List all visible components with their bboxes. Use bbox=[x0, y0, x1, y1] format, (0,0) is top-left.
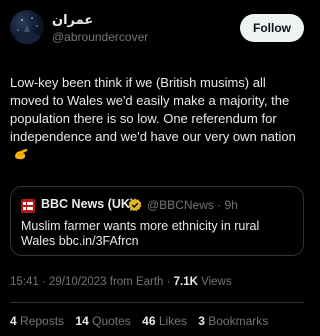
gold-verified-icon bbox=[128, 198, 142, 212]
avatar[interactable] bbox=[10, 10, 44, 44]
tweet-card: عمران @abroundercover Follow Low-key bee… bbox=[0, 0, 314, 336]
author-handle[interactable]: @abroundercover bbox=[52, 30, 148, 44]
views-count: 7.1K bbox=[173, 276, 198, 288]
views-label: Views bbox=[197, 276, 232, 288]
quotes-label: Quotes bbox=[92, 314, 131, 328]
divider bbox=[10, 302, 304, 303]
bookmarks-count: 3 bbox=[198, 314, 205, 328]
quotes-stat[interactable]: 14 Quotes bbox=[75, 314, 130, 328]
tweet-meta: 15:41 · 29/10/2023 from Earth · 7.1K Vie… bbox=[10, 276, 232, 288]
quoted-tweet-text: Muslim farmer wants more ethnicity in ru… bbox=[21, 219, 260, 248]
reposts-label: Reposts bbox=[20, 314, 65, 328]
pinching-hand-emoji-icon bbox=[13, 147, 29, 161]
likes-stat[interactable]: 46 Likes bbox=[142, 314, 187, 328]
timestamp[interactable]: 15:41 · 29/10/2023 from Earth · bbox=[10, 276, 174, 288]
bookmarks-label: Bookmarks bbox=[208, 314, 269, 328]
tweet-text: Low-key been think if we (British musims… bbox=[10, 74, 306, 164]
tweet-header: عمران @abroundercover Follow bbox=[10, 10, 304, 54]
tweet-text-content: Low-key been think if we (British musims… bbox=[10, 75, 296, 144]
bookmarks-stat[interactable]: 3 Bookmarks bbox=[198, 314, 268, 328]
author-name[interactable]: عمران bbox=[52, 12, 93, 28]
engagement-stats: 4 Reposts 14 Quotes 46 Likes 3 Bookmarks bbox=[10, 314, 276, 328]
quoted-handle-time: @BBCNews · 9h bbox=[147, 198, 238, 212]
likes-label: Likes bbox=[158, 314, 187, 328]
bbc-logo-icon bbox=[21, 199, 35, 213]
follow-button[interactable]: Follow bbox=[240, 14, 304, 42]
reposts-stat[interactable]: 4 Reposts bbox=[10, 314, 64, 328]
quoted-tweet[interactable]: BBC News (UK) @BBCNews · 9h Muslim farme… bbox=[10, 186, 304, 256]
reposts-count: 4 bbox=[10, 314, 17, 328]
avatar-image-icon bbox=[15, 17, 40, 44]
likes-count: 46 bbox=[142, 314, 156, 328]
quotes-count: 14 bbox=[75, 314, 89, 328]
quoted-author-name[interactable]: BBC News (UK) bbox=[41, 197, 134, 211]
